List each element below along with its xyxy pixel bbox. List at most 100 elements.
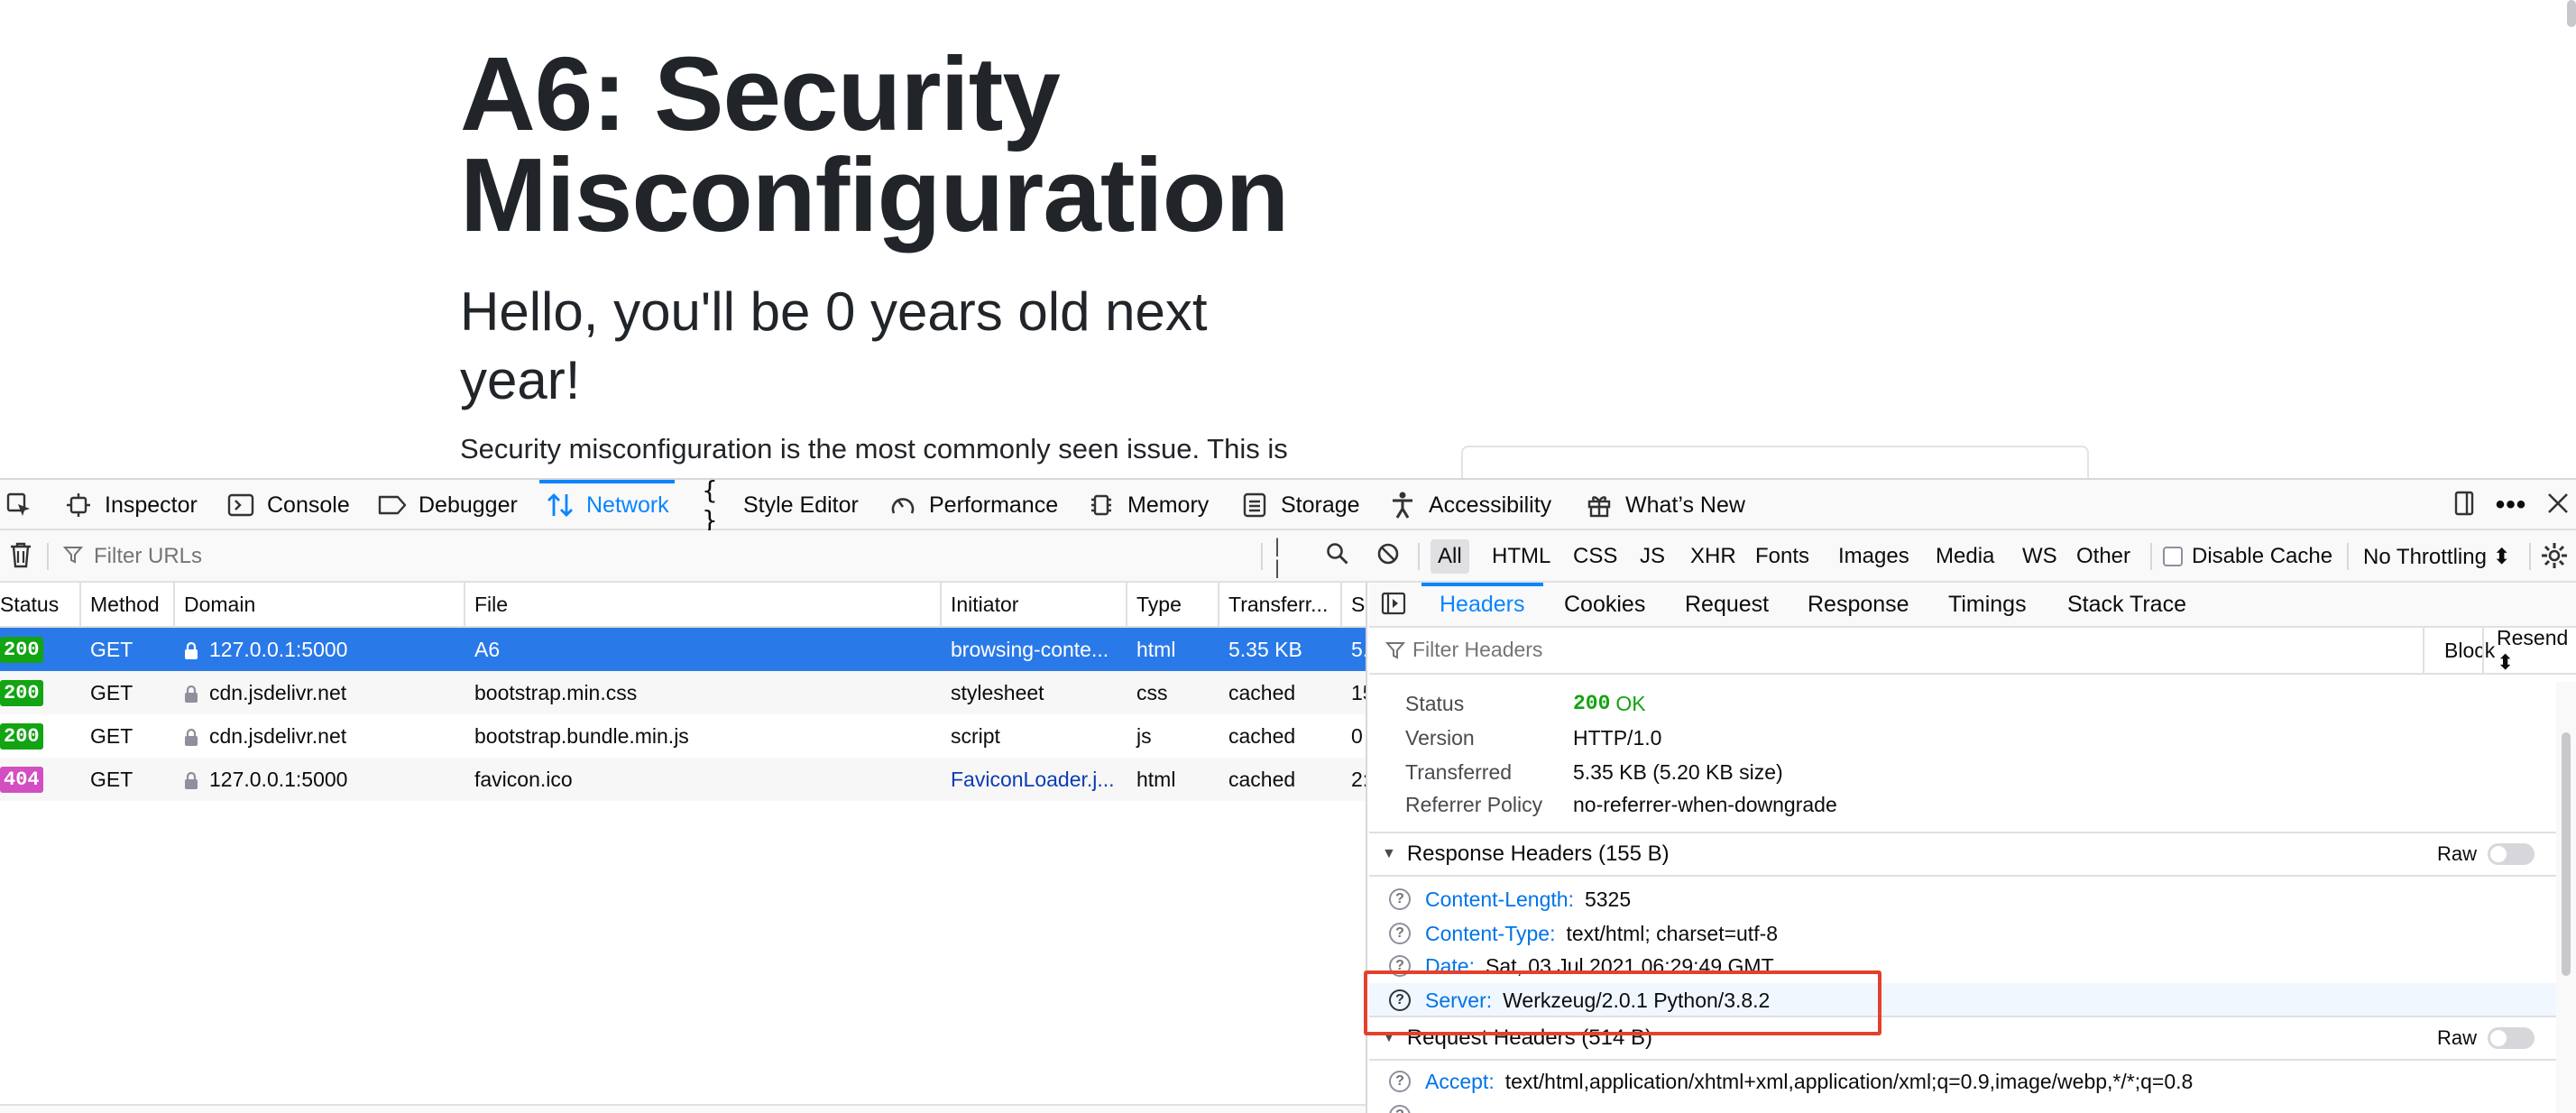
header-row[interactable]: ? Date: Sat, 03 Jul 2021 06:29:49 GMT: [1369, 949, 2556, 983]
column-status[interactable]: Status: [0, 583, 81, 626]
page-subtitle: Hello, you'll be 0 years old next year!: [460, 281, 1208, 410]
response-headers-section[interactable]: ▼ Response Headers (155 B) Raw: [1369, 832, 2556, 877]
column-transferred[interactable]: Transferr...: [1219, 583, 1342, 626]
file-cell: bootstrap.bundle.min.js: [474, 723, 689, 748]
search-button[interactable]: [1322, 541, 1353, 572]
tab-whats-new[interactable]: What’s New: [1584, 480, 1745, 530]
filter-css[interactable]: CSS: [1566, 539, 1624, 574]
header-row[interactable]: ? Content-Type: text/html; charset=utf-8: [1369, 916, 2556, 951]
tab-style-editor[interactable]: { } Style Editor: [702, 475, 859, 535]
tab-timings[interactable]: Timings: [1948, 583, 2027, 626]
dock-button[interactable]: [2444, 480, 2484, 530]
tab-debugger[interactable]: Debugger: [377, 480, 518, 530]
filter-fonts[interactable]: Fonts: [1748, 539, 1817, 574]
element-picker-button[interactable]: [4, 480, 45, 530]
storage-icon: [1239, 490, 1270, 520]
header-row[interactable]: ? Accept: text/html,application/xhtml+xm…: [1369, 1064, 2556, 1099]
initiator-cell: script: [951, 723, 1000, 748]
tab-network[interactable]: Network: [539, 480, 675, 530]
resend-button[interactable]: Resend ⬍: [2482, 626, 2576, 674]
filter-urls-field[interactable]: [62, 539, 1254, 574]
memory-icon: [1086, 490, 1117, 520]
column-initiator[interactable]: Initiator: [942, 583, 1127, 626]
header-row[interactable]: ? Server: Werkzeug/2.0.1 Python/3.8.2: [1369, 983, 2556, 1017]
filter-images[interactable]: Images: [1831, 539, 1917, 574]
tab-memory[interactable]: Memory: [1086, 480, 1209, 530]
toolbar-separator: [2150, 543, 2152, 570]
tab-performance[interactable]: Performance: [888, 480, 1058, 530]
pause-button[interactable]: | |: [1272, 535, 1302, 578]
column-size[interactable]: S: [1342, 583, 1366, 626]
tab-storage[interactable]: Storage: [1239, 480, 1360, 530]
summary-label: Status: [1405, 691, 1465, 715]
page-content: A6: Security Misconfiguration Hello, you…: [0, 0, 2576, 478]
tab-console[interactable]: Console: [225, 480, 350, 530]
tab-memory-label: Memory: [1127, 492, 1210, 518]
column-file[interactable]: File: [465, 583, 942, 626]
filter-media[interactable]: Media: [1928, 539, 2001, 574]
raw-toggle-wrap[interactable]: Raw: [2437, 1017, 2535, 1059]
filter-html[interactable]: HTML: [1485, 539, 1558, 574]
column-type[interactable]: Type: [1127, 583, 1219, 626]
tab-cookies[interactable]: Cookies: [1564, 583, 1645, 626]
filter-xhr[interactable]: XHR: [1683, 539, 1743, 574]
request-row[interactable]: 200 GET cdn.jsdelivr.net bootstrap.min.c…: [0, 671, 1366, 714]
page-scrollbar[interactable]: [2567, 0, 2576, 27]
column-method[interactable]: Method: [81, 583, 175, 626]
request-row[interactable]: 404 GET 127.0.0.1:5000 favicon.ico Favic…: [0, 758, 1367, 801]
tab-stack-trace[interactable]: Stack Trace: [2067, 583, 2186, 626]
details-scrollbar[interactable]: [2556, 682, 2576, 1113]
raw-toggle-wrap[interactable]: Raw: [2437, 833, 2535, 875]
pause-icon: | |: [1272, 535, 1283, 578]
more-options-button[interactable]: •••: [2491, 480, 2531, 530]
status-cell: 200: [0, 628, 81, 671]
request-row[interactable]: 200 GET cdn.jsdelivr.net bootstrap.bundl…: [0, 714, 1366, 758]
column-domain[interactable]: Domain: [175, 583, 465, 626]
request-list-footer: [0, 1104, 1366, 1113]
filter-ws[interactable]: WS: [2015, 539, 2065, 574]
transferred-cell: cached: [1228, 723, 1296, 748]
request-row[interactable]: 200 GET 127.0.0.1:5000 A6 browsing-conte…: [0, 628, 1366, 671]
filter-all[interactable]: All: [1431, 539, 1469, 574]
tab-accessibility[interactable]: Accessibility: [1387, 480, 1551, 530]
block-urls-button[interactable]: [1373, 541, 1403, 572]
file-cell: bootstrap.min.css: [474, 680, 638, 704]
header-row[interactable]: ? Content-Length: 5325: [1369, 882, 2556, 916]
size-cell: 0: [1351, 723, 1363, 748]
filter-headers-input[interactable]: [1411, 637, 2403, 663]
status-badge: 404: [0, 766, 43, 793]
tab-headers[interactable]: Headers: [1421, 583, 1542, 626]
tab-inspector[interactable]: Inspector: [63, 480, 198, 530]
help-icon[interactable]: ?: [1389, 955, 1411, 977]
size-cell: 2:: [1351, 767, 1367, 791]
disable-cache-checkbox[interactable]: Disable Cache: [2163, 539, 2332, 574]
help-icon[interactable]: ?: [1389, 1071, 1411, 1092]
raw-toggle[interactable]: [2488, 843, 2535, 865]
filter-urls-input[interactable]: [92, 543, 1174, 570]
raw-toggle[interactable]: [2488, 1027, 2535, 1049]
toolbar-separator: [2347, 543, 2349, 570]
help-icon[interactable]: ?: [1389, 888, 1411, 910]
initiator-link[interactable]: FaviconLoader.j...: [951, 768, 1115, 792]
request-headers-section[interactable]: ▼ Request Headers (514 B) Raw: [1369, 1016, 2556, 1061]
help-icon[interactable]: ?: [1389, 923, 1411, 944]
filter-js[interactable]: JS: [1633, 539, 1672, 574]
domain-cell: 127.0.0.1:5000: [175, 628, 465, 671]
tab-response[interactable]: Response: [1808, 583, 1909, 626]
filter-other[interactable]: Other: [2069, 539, 2138, 574]
clear-button[interactable]: [5, 541, 36, 572]
close-devtools-button[interactable]: [2538, 480, 2576, 530]
status-cell: 200: [0, 671, 81, 714]
method-cell: GET: [90, 637, 133, 661]
domain-cell: cdn.jsdelivr.net: [175, 714, 465, 758]
tab-request[interactable]: Request: [1685, 583, 1769, 626]
scrollbar-thumb[interactable]: [2562, 732, 2571, 976]
network-settings-button[interactable]: [2538, 541, 2571, 574]
checkbox-box[interactable]: [2163, 547, 2183, 566]
header-name: Content-Length:: [1425, 887, 1574, 911]
help-icon[interactable]: ?: [1389, 989, 1411, 1011]
throttling-select[interactable]: No Throttling ⬍: [2363, 539, 2511, 574]
lock-icon: [184, 771, 198, 789]
help-icon[interactable]: ?: [1389, 1105, 1411, 1113]
toggle-details-button[interactable]: [1378, 590, 1409, 621]
